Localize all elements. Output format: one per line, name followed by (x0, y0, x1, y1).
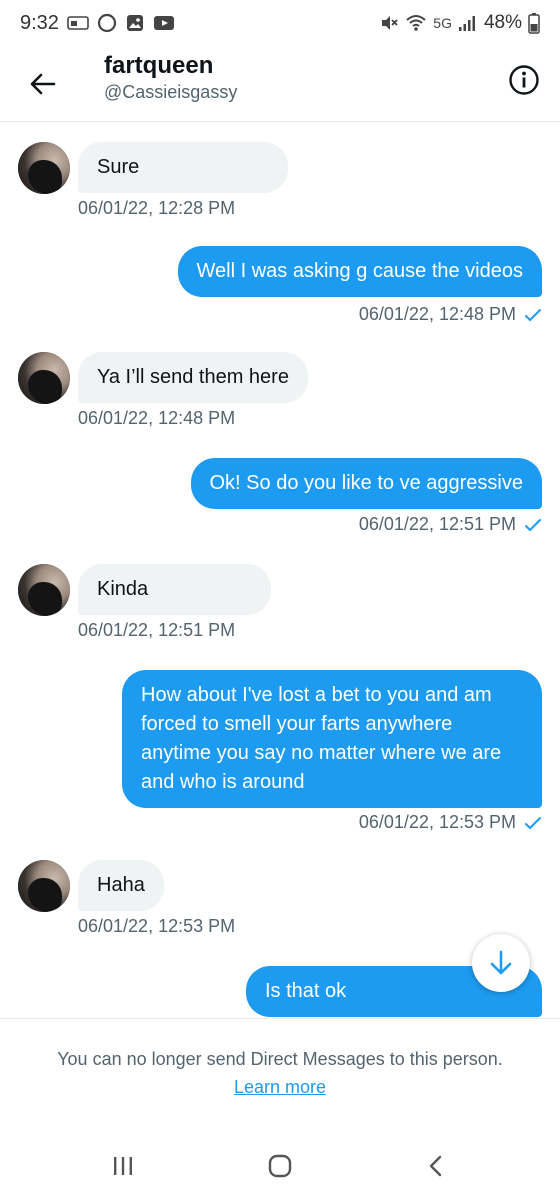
timestamp-text: 06/01/22, 12:48 PM (358, 304, 516, 324)
youtube-icon (153, 14, 175, 32)
back-nav-button[interactable] (412, 1150, 460, 1182)
contact-handle: @Cassieisgassy (104, 82, 238, 102)
message-timestamp: 06/01/22, 12:53 PM (359, 812, 542, 833)
message-bubble-outgoing[interactable]: Well I was asking g cause the videos (177, 246, 542, 297)
info-icon (509, 65, 539, 95)
timestamp-text: 06/01/22, 12:51 PM (358, 514, 516, 534)
message-bubble-incoming[interactable]: Haha (78, 860, 164, 911)
chevron-left-icon (429, 1155, 442, 1177)
timestamp-text: 06/01/22, 12:53 PM (78, 916, 236, 936)
message-bubble-incoming[interactable]: Kinda (78, 564, 271, 615)
message-timestamp: 06/01/22, 12:28 PM (78, 198, 235, 219)
avatar[interactable] (18, 352, 70, 404)
message-bubble-outgoing[interactable]: Ok! So do you like to ve aggressive (190, 458, 542, 509)
status-left: 9:32 (20, 12, 175, 35)
battery-icon (528, 12, 540, 34)
scroll-to-bottom-button[interactable] (472, 934, 530, 992)
conversation-info-button[interactable] (506, 62, 542, 98)
phone-card-icon (67, 15, 89, 31)
network-type: 5G (433, 15, 452, 31)
system-navigation-bar (0, 1130, 560, 1200)
home-button[interactable] (256, 1150, 304, 1182)
message-bubble-incoming[interactable]: Ya I’ll send them here (78, 352, 308, 403)
timestamp-text: 06/01/22, 12:28 PM (78, 198, 236, 218)
timestamp-text: 06/01/22, 12:53 PM (358, 812, 516, 832)
message-timestamp: 06/01/22, 12:51 PM (359, 514, 542, 535)
learn-more-link[interactable]: Learn more (0, 1077, 560, 1098)
message-timestamp: 06/01/22, 12:48 PM (359, 304, 542, 325)
contact-name[interactable]: fartqueen (104, 52, 213, 80)
timestamp-text: 06/01/22, 12:48 PM (78, 408, 236, 428)
notice-text: You can no longer send Direct Messages t… (57, 1049, 503, 1069)
status-bar: 9:32 5G 48% (0, 0, 560, 46)
circle-icon (97, 13, 117, 33)
recent-apps-button[interactable] (99, 1150, 147, 1182)
battery-percent: 48% (483, 12, 522, 33)
avatar[interactable] (18, 142, 70, 194)
home-icon (268, 1154, 292, 1178)
mute-icon (379, 13, 399, 33)
check-icon (525, 308, 541, 321)
dm-restricted-notice: You can no longer send Direct Messages t… (0, 1018, 560, 1130)
message-timestamp: 06/01/22, 12:53 PM (78, 916, 235, 937)
check-icon (525, 816, 541, 829)
arrow-left-icon (30, 73, 56, 95)
status-right: 5G 48% (379, 12, 540, 34)
timestamp-text: 06/01/22, 12:51 PM (78, 620, 236, 640)
message-timestamp: 06/01/22, 12:51 PM (78, 620, 235, 641)
gallery-icon (125, 13, 145, 33)
arrow-down-icon (490, 950, 512, 975)
signal-icon (458, 14, 478, 32)
message-timestamp: 06/01/22, 12:48 PM (78, 408, 235, 429)
message-bubble-incoming[interactable]: Sure (78, 142, 288, 193)
message-list[interactable]: Sure 06/01/22, 12:28 PM Well I was askin… (0, 122, 560, 1018)
conversation-header: fartqueen @Cassieisgassy (0, 46, 560, 122)
back-button[interactable] (22, 64, 62, 104)
status-time: 9:32 (20, 11, 59, 34)
avatar[interactable] (18, 860, 70, 912)
avatar[interactable] (18, 564, 70, 616)
wifi-icon (405, 13, 427, 33)
check-icon (525, 518, 541, 531)
message-bubble-outgoing[interactable]: How about I've lost a bet to you and am … (122, 670, 542, 808)
recent-apps-icon (114, 1157, 132, 1175)
